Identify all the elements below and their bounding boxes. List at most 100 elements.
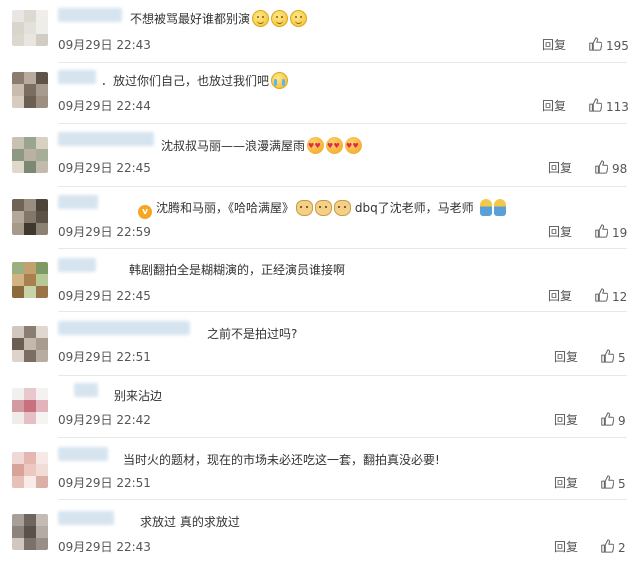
username-blurred[interactable] — [74, 383, 98, 397]
comment-time: 09月29日 22:45 — [58, 289, 151, 303]
comment-text: 韩剧翻拍全是糊糊演的，正经演员谁接啊 — [129, 262, 345, 278]
avatar[interactable] — [12, 137, 48, 173]
username-blurred[interactable] — [58, 132, 154, 146]
reply-button[interactable]: 回复 — [542, 99, 566, 113]
comment-body: 不想被骂最好谁都别演 — [130, 12, 251, 26]
thumbs-up-icon — [594, 288, 609, 305]
like-count: 98 — [612, 161, 628, 176]
comment-time: 09月29日 22:42 — [58, 413, 151, 427]
reply-button[interactable]: 回复 — [554, 350, 578, 364]
comment-time: 09月29日 22:51 — [58, 476, 151, 490]
comment-body: 韩剧翻拍全是糊糊演的，正经演员谁接啊 — [129, 263, 346, 277]
reply-button[interactable]: 回复 — [548, 161, 572, 175]
comment-text: 之前不是拍过吗? — [207, 326, 297, 342]
comment-text: 求放过 真的求放过 — [140, 514, 240, 530]
comment-body: 求放过 真的求放过 — [140, 515, 240, 529]
comment-body: 沈叔叔马丽——浪漫满屋雨 — [161, 139, 306, 153]
reply-button[interactable]: 回复 — [542, 38, 566, 52]
like-count: 195 — [606, 38, 629, 53]
like-count: 12 — [612, 289, 628, 304]
comment-time: 09月29日 22:43 — [58, 38, 151, 52]
comment-item: 求放过 真的求放过 09月29日 22:43 回复 2 — [0, 500, 635, 564]
like-count: 9 — [618, 413, 626, 428]
smile-emoji-icon — [252, 10, 270, 27]
comment-time: 09月29日 22:45 — [58, 161, 151, 175]
reply-button[interactable]: 回复 — [554, 413, 578, 427]
like-button[interactable]: 98 — [594, 160, 627, 177]
dog-emoji-icon — [334, 200, 352, 216]
username-blurred[interactable] — [58, 70, 96, 84]
like-button[interactable]: 195 — [588, 37, 629, 54]
avatar[interactable] — [12, 326, 48, 362]
smile-emoji-icon — [290, 10, 308, 27]
comment-item: 沈叔叔马丽——浪漫满屋雨 09月29日 22:45 回复 98 — [0, 124, 635, 187]
username-blurred[interactable] — [58, 258, 96, 272]
reply-button[interactable]: 回复 — [548, 225, 572, 239]
comment-body: 别来沾边 — [114, 389, 163, 403]
comment-list: 不想被骂最好谁都别演 09月29日 22:43 回复 195 ．放过你们自己，也放过我们… — [0, 0, 635, 564]
avatar[interactable] — [12, 10, 48, 46]
like-button[interactable]: 5 — [600, 475, 626, 492]
thumbs-up-icon — [600, 412, 615, 429]
like-count: 5 — [618, 476, 626, 491]
username-blurred[interactable] — [58, 321, 190, 335]
username-blurred[interactable] — [58, 511, 114, 525]
pray-emoji-icon — [479, 199, 492, 216]
comment-text: 不想被骂最好谁都别演 — [130, 10, 308, 27]
like-button[interactable]: 5 — [600, 349, 626, 366]
comment-text: 别来沾边 — [114, 388, 162, 404]
avatar[interactable] — [12, 388, 48, 424]
comment-text: ．放过你们自己，也放过我们吧 — [101, 72, 289, 89]
thumbs-up-icon — [588, 37, 603, 54]
thumbs-up-icon — [594, 160, 609, 177]
comment-body-tail: dbq了沈老师，马老师 — [351, 201, 478, 215]
thumbs-up-icon — [594, 224, 609, 241]
like-button[interactable]: 113 — [588, 98, 629, 115]
reply-button[interactable]: 回复 — [554, 476, 578, 490]
pray-emoji-icon — [493, 199, 506, 216]
thumbs-up-icon — [600, 539, 615, 556]
username-blurred[interactable] — [58, 195, 98, 209]
reply-button[interactable]: 回复 — [554, 540, 578, 554]
smile-emoji-icon — [271, 10, 289, 27]
cry-emoji-icon — [271, 72, 289, 89]
comment-item: 当时火的题材，现在的市场未必还吃这一套，翻拍真没必要! 09月29日 22:51 回… — [0, 438, 635, 500]
comment-body: 当时火的题材，现在的市场未必还吃这一套，翻拍真没必要! — [123, 453, 440, 467]
comment-item: ．放过你们自己，也放过我们吧 09月29日 22:44 回复 113 — [0, 63, 635, 124]
thumbs-up-icon — [600, 349, 615, 366]
avatar[interactable] — [12, 72, 48, 108]
comment-time: 09月29日 22:44 — [58, 99, 151, 113]
thumbs-up-icon — [588, 98, 603, 115]
avatar[interactable] — [12, 514, 48, 550]
vip-badge-icon: v — [138, 205, 152, 219]
comment-item: 不想被骂最好谁都别演 09月29日 22:43 回复 195 — [0, 0, 635, 63]
love-emoji-icon — [326, 137, 344, 154]
comment-item: 别来沾边 09月29日 22:42 回复 9 — [0, 376, 635, 438]
username-blurred[interactable] — [58, 8, 122, 22]
like-button[interactable]: 9 — [600, 412, 626, 429]
comment-item: 韩剧翻拍全是糊糊演的，正经演员谁接啊 09月29日 22:45 回复 12 — [0, 249, 635, 312]
avatar[interactable] — [12, 452, 48, 488]
comment-prefix: ． — [101, 74, 114, 88]
comment-body: 沈腾和马丽，《哈哈满屋》 — [156, 201, 295, 215]
like-button[interactable]: 12 — [594, 288, 627, 305]
comment-time: 09月29日 22:59 — [58, 225, 151, 239]
like-button[interactable]: 2 — [600, 539, 626, 556]
comment-text: 当时火的题材，现在的市场未必还吃这一套，翻拍真没必要! — [123, 452, 440, 468]
comment-item: 之前不是拍过吗? 09月29日 22:51 回复 5 — [0, 312, 635, 376]
comment-time: 09月29日 22:43 — [58, 540, 151, 554]
like-count: 2 — [618, 540, 626, 555]
comment-item: v 沈腾和马丽，《哈哈满屋》 dbq了沈老师，马老师 09月29日 22:59 回复… — [0, 187, 635, 249]
avatar[interactable] — [12, 262, 48, 298]
like-button[interactable]: 19 — [594, 224, 627, 241]
comment-text: 沈叔叔马丽——浪漫满屋雨 — [161, 137, 363, 154]
love-emoji-icon — [345, 137, 363, 154]
thumbs-up-icon — [600, 475, 615, 492]
like-count: 19 — [612, 225, 628, 240]
reply-button[interactable]: 回复 — [548, 289, 572, 303]
avatar[interactable] — [12, 199, 48, 235]
love-emoji-icon — [307, 137, 325, 154]
username-blurred[interactable] — [58, 447, 108, 461]
dog-emoji-icon — [315, 200, 333, 216]
comment-text: v 沈腾和马丽，《哈哈满屋》 dbq了沈老师，马老师 — [138, 199, 506, 219]
